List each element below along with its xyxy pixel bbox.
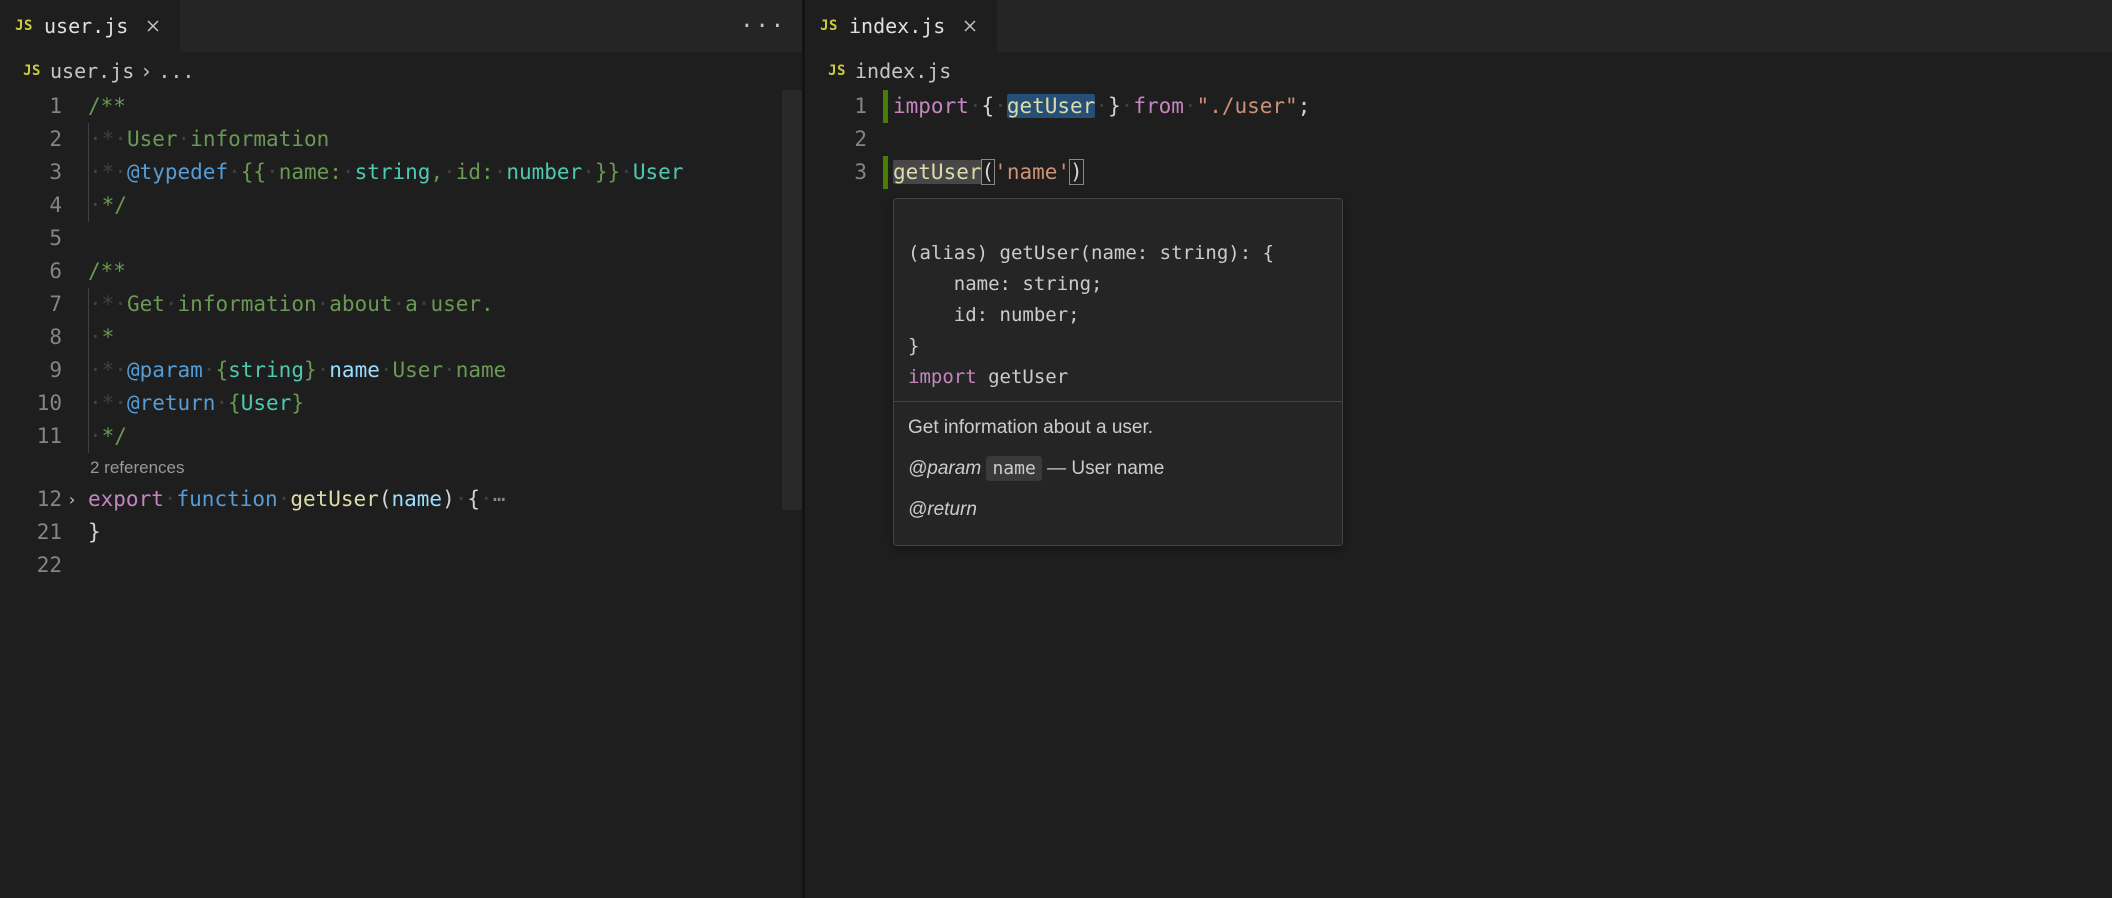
breadcrumb-file[interactable]: user.js (50, 59, 134, 83)
close-icon[interactable] (959, 15, 981, 37)
editor-pane-left: JS user.js ··· JS user.js › ... 1 2 3 4 … (0, 0, 805, 898)
code-area[interactable]: import·{·getUser·}·from·"./user"; getUse… (893, 90, 2112, 898)
breadcrumb-rest[interactable]: ... (158, 59, 194, 83)
code-area[interactable]: /** ·*·User·information ·*·@typedef·{{·n… (88, 90, 802, 898)
diff-added-marker (883, 156, 888, 189)
code-editor[interactable]: 1 2 3 4 5 6 7 8 9 10 11 12 21 22 /** ·*·… (0, 90, 802, 898)
tab-bar: JS index.js (805, 0, 2112, 52)
js-file-icon: JS (20, 59, 44, 83)
hover-signature: (alias) getUser(name: string): { name: s… (894, 199, 1342, 402)
diff-added-marker (883, 90, 888, 123)
tab-bar: JS user.js ··· (0, 0, 802, 52)
line-number-gutter: 1 2 3 (805, 90, 893, 898)
js-file-icon: JS (12, 14, 36, 38)
more-icon[interactable]: ··· (740, 14, 786, 39)
close-icon[interactable] (142, 15, 164, 37)
js-file-icon: JS (825, 59, 849, 83)
codelens-references[interactable]: 2 references (88, 453, 802, 483)
js-file-icon: JS (817, 14, 841, 38)
signature-hover-tooltip: (alias) getUser(name: string): { name: s… (893, 198, 1343, 546)
chevron-right-icon[interactable]: › (62, 483, 82, 516)
editor-pane-right: JS index.js JS index.js 1 2 3 import·{·g… (805, 0, 2112, 898)
chevron-right-icon: › (140, 59, 152, 83)
tab-label: index.js (849, 14, 945, 38)
breadcrumb[interactable]: JS user.js › ... (0, 52, 802, 90)
tab-user-js[interactable]: JS user.js (0, 0, 181, 52)
hover-documentation: Get information about a user. @param nam… (894, 402, 1342, 545)
breadcrumb[interactable]: JS index.js (805, 52, 2112, 90)
breadcrumb-file[interactable]: index.js (855, 59, 951, 83)
minimap-slider[interactable] (782, 90, 802, 510)
tab-index-js[interactable]: JS index.js (805, 0, 998, 52)
code-editor[interactable]: 1 2 3 import·{·getUser·}·from·"./user"; … (805, 90, 2112, 898)
tab-label: user.js (44, 14, 128, 38)
tab-actions[interactable]: ··· (724, 0, 802, 52)
